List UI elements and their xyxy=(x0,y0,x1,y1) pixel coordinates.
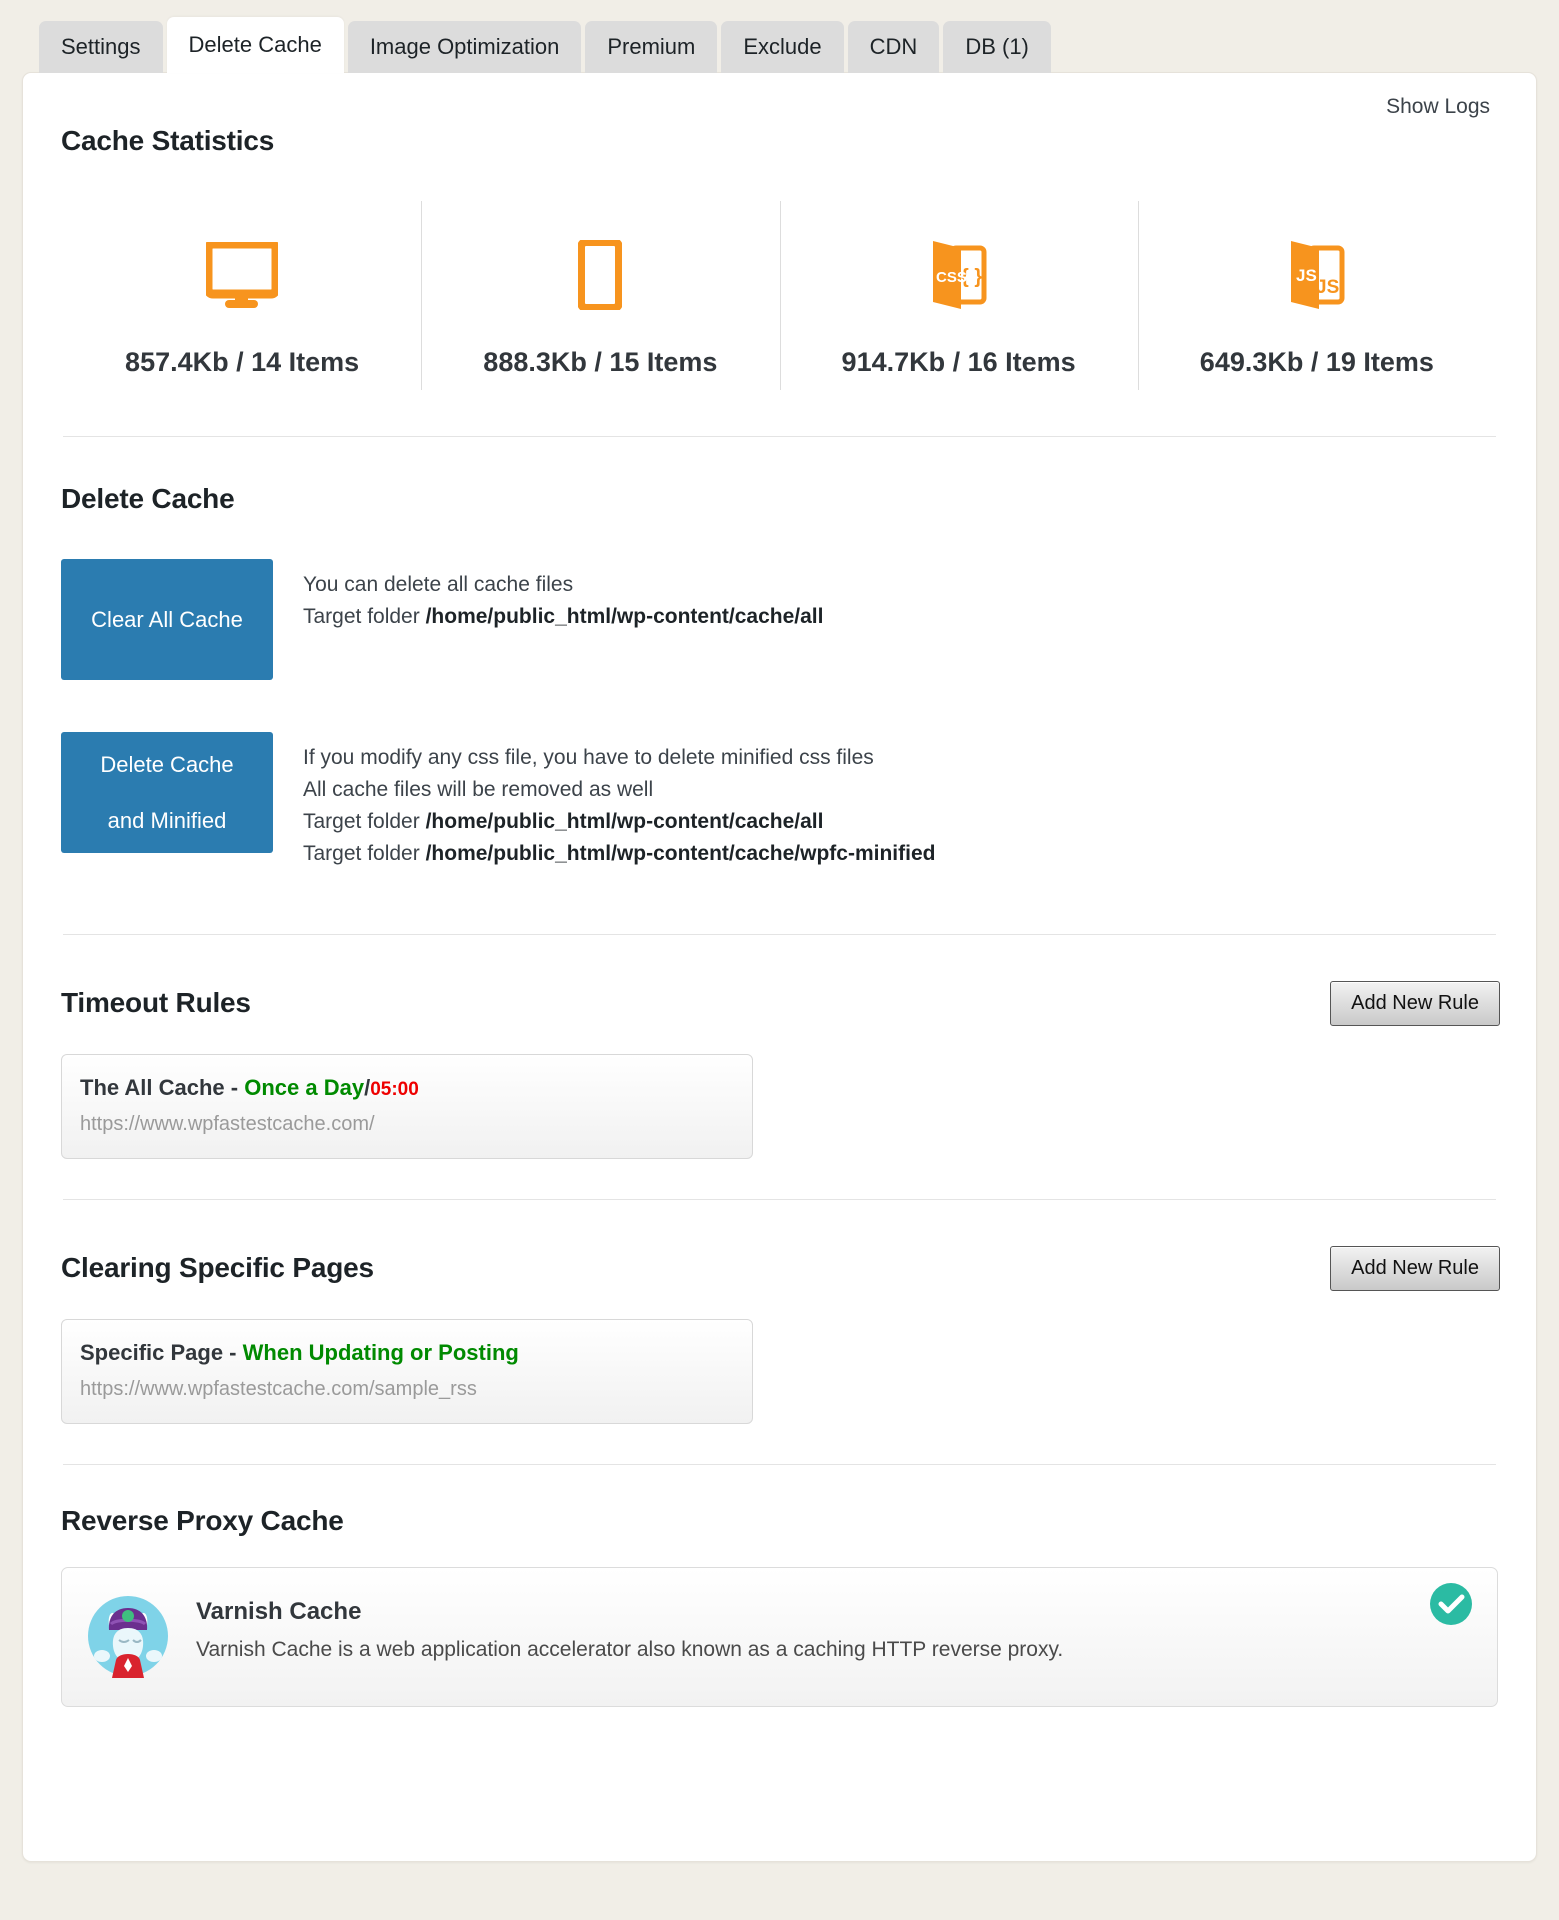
cache-statistics-title: Cache Statistics xyxy=(61,125,275,156)
description-line: Target folder /home/public_html/wp-conte… xyxy=(303,601,823,633)
clearing-specific-pages-add-new-rule-button[interactable]: Add New Rule xyxy=(1330,1245,1500,1291)
divider xyxy=(63,436,1496,437)
delete-cache-and-minified-button[interactable]: Delete Cache and Minified xyxy=(61,732,273,853)
delete-cache-and-minified-row: Delete Cache and Minified If you modify … xyxy=(59,732,1500,870)
svg-text:JS: JS xyxy=(1296,266,1317,285)
delete-cache-and-minified-description: If you modify any css file, you have to … xyxy=(303,732,935,870)
stat-css: { } CSS 914.7Kb / 16 Items xyxy=(779,201,1138,398)
stat-desktop: 857.4Kb / 14 Items xyxy=(63,219,421,398)
mobile-icon xyxy=(578,233,623,317)
specific-page-rule-title: Specific Page - When Updating or Posting xyxy=(80,1340,732,1366)
clear-all-cache-description: You can delete all cache files Target fo… xyxy=(303,559,823,633)
timeout-rule-item[interactable]: The All Cache - Once a Day/05:00 https:/… xyxy=(61,1053,753,1159)
tab-settings[interactable]: Settings xyxy=(39,21,163,73)
timeout-rule-url: https://www.wpfastestcache.com/ xyxy=(80,1112,375,1135)
tab-label: Premium xyxy=(607,34,696,59)
description-text: If you modify any css file, you have to … xyxy=(303,746,874,769)
button-label: Clear All Cache xyxy=(91,606,243,632)
cache-statistics-row: 857.4Kb / 14 Items 888.3Kb / 15 Items {… xyxy=(59,201,1500,398)
tab-cdn[interactable]: CDN xyxy=(847,21,940,73)
show-logs-link[interactable]: Show Logs xyxy=(1386,95,1490,119)
varnish-logo-icon xyxy=(86,1594,170,1678)
tab-bar: Settings Delete Cache Image Optimization… xyxy=(22,16,1537,73)
specific-page-rule-item[interactable]: Specific Page - When Updating or Posting… xyxy=(61,1318,753,1424)
target-folder-path: /home/public_html/wp-content/cache/all xyxy=(425,604,824,628)
desktop-icon xyxy=(206,233,279,317)
stat-value: 649.3Kb / 19 Items xyxy=(1199,347,1434,377)
svg-text:JS: JS xyxy=(1316,277,1339,298)
stat-js: JS JS 649.3Kb / 19 Items xyxy=(1137,201,1496,398)
rule-highlight: Once a Day xyxy=(244,1074,365,1100)
clear-all-cache-button[interactable]: Clear All Cache xyxy=(61,559,273,680)
description-line: Target folder /home/public_html/wp-conte… xyxy=(303,806,935,838)
description-text: You can delete all cache files xyxy=(303,573,574,596)
description-text: Target folder xyxy=(303,841,426,865)
tab-exclude[interactable]: Exclude xyxy=(721,21,844,73)
tab-label: Exclude xyxy=(743,34,822,59)
js-file-icon: JS JS xyxy=(1283,233,1351,317)
button-label-line2: and Minified xyxy=(107,807,227,833)
rule-prefix: The All Cache - xyxy=(80,1074,245,1100)
description-text: Target folder xyxy=(303,604,426,628)
tab-label: DB (1) xyxy=(965,34,1029,59)
css-file-icon: { } CSS xyxy=(925,233,993,317)
clearing-specific-pages-header: Clearing Specific Pages Add New Rule xyxy=(59,1245,1500,1291)
description-line: If you modify any css file, you have to … xyxy=(303,742,935,774)
tab-db[interactable]: DB (1) xyxy=(943,21,1051,73)
timeout-rules-title: Timeout Rules xyxy=(61,987,251,1019)
stat-value: 914.7Kb / 16 Items xyxy=(841,347,1076,377)
description-text: Target folder xyxy=(303,809,426,833)
clearing-specific-pages-title: Clearing Specific Pages xyxy=(61,1252,374,1284)
specific-page-rule-url: https://www.wpfastestcache.com/sample_rs… xyxy=(80,1377,477,1400)
varnish-cache-description: Varnish Cache is a web application accel… xyxy=(196,1637,1064,1661)
timeout-rules-add-new-rule-button[interactable]: Add New Rule xyxy=(1330,980,1500,1026)
target-folder-path: /home/public_html/wp-content/cache/all xyxy=(425,809,824,833)
description-line: You can delete all cache files xyxy=(303,569,823,601)
delete-cache-panel: Show Logs Cache Statistics 857.4Kb / 14 … xyxy=(22,72,1537,1862)
tab-delete-cache[interactable]: Delete Cache xyxy=(166,17,344,73)
divider xyxy=(63,933,1496,935)
varnish-cache-card[interactable]: Varnish Cache Varnish Cache is a web app… xyxy=(61,1566,1498,1707)
divider xyxy=(63,1463,1496,1465)
clear-all-cache-row: Clear All Cache You can delete all cache… xyxy=(59,559,1500,680)
divider xyxy=(63,1198,1496,1200)
tab-label: Image Optimization xyxy=(369,34,560,59)
rule-prefix: Specific Page - xyxy=(80,1339,243,1365)
timeout-rules-header: Timeout Rules Add New Rule xyxy=(59,980,1500,1026)
description-text: All cache files will be removed as well xyxy=(303,777,654,801)
rule-highlight: When Updating or Posting xyxy=(242,1339,519,1365)
svg-text:CSS: CSS xyxy=(936,269,967,286)
target-folder-path: /home/public_html/wp-content/cache/wpfc-… xyxy=(425,841,936,865)
description-line: Target folder /home/public_html/wp-conte… xyxy=(303,838,935,870)
show-logs-row: Show Logs xyxy=(59,73,1500,119)
wp-fastest-cache-page: Settings Delete Cache Image Optimization… xyxy=(0,0,1559,1920)
check-circle-icon[interactable] xyxy=(1429,1582,1473,1626)
tab-premium[interactable]: Premium xyxy=(585,21,718,73)
timeout-rule-title: The All Cache - Once a Day/05:00 xyxy=(80,1075,732,1101)
description-line: All cache files will be removed as well xyxy=(303,774,935,806)
tab-label: CDN xyxy=(869,34,918,59)
reverse-proxy-cache-title: Reverse Proxy Cache xyxy=(61,1504,344,1536)
stat-value: 888.3Kb / 15 Items xyxy=(483,347,718,377)
tab-label: Delete Cache xyxy=(188,32,322,57)
varnish-cache-text: Varnish Cache Varnish Cache is a web app… xyxy=(196,1594,1063,1662)
delete-cache-title: Delete Cache xyxy=(61,483,235,514)
stat-mobile: 888.3Kb / 15 Items xyxy=(421,201,779,398)
rule-time: 05:00 xyxy=(370,1078,419,1100)
button-label-line1: Delete Cache xyxy=(100,751,234,777)
varnish-cache-name: Varnish Cache xyxy=(196,1597,362,1625)
tab-image-optimization[interactable]: Image Optimization xyxy=(347,21,582,73)
stat-value: 857.4Kb / 14 Items xyxy=(125,347,360,377)
tab-label: Settings xyxy=(61,34,141,59)
